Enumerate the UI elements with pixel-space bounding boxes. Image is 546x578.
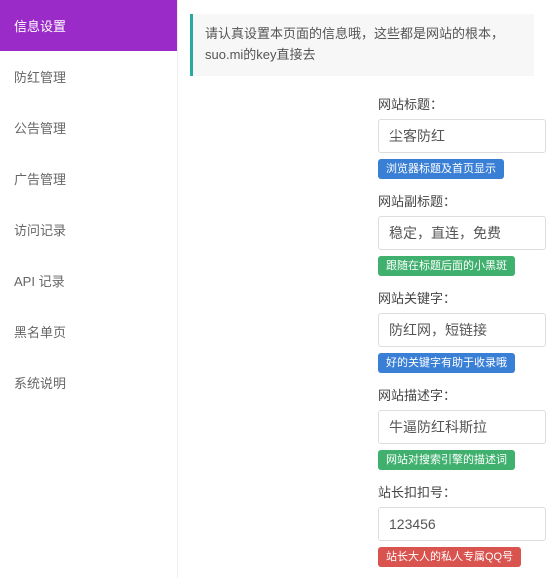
- settings-form: 网站标题： 浏览器标题及首页显示 网站副标题： 跟随在标题后面的小黑斑 网站关键…: [178, 94, 546, 578]
- sidebar-item-blacklist[interactable]: 黑名单页: [0, 306, 177, 357]
- label-admin-qq: 站长扣扣号：: [378, 482, 546, 501]
- hint-site-subtitle: 跟随在标题后面的小黑斑: [378, 256, 515, 276]
- field-site-subtitle: 网站副标题： 跟随在标题后面的小黑斑: [378, 191, 546, 276]
- sidebar: 信息设置 防红管理 公告管理 广告管理 访问记录 API 记录 黑名单页 系统说…: [0, 0, 178, 578]
- field-admin-qq: 站长扣扣号： 站长大人的私人专属QQ号: [378, 482, 546, 567]
- hint-site-title: 浏览器标题及首页显示: [378, 159, 504, 179]
- field-site-desc: 网站描述字： 网站对搜索引擎的描述词: [378, 385, 546, 470]
- input-admin-qq[interactable]: [378, 507, 546, 541]
- field-site-keywords: 网站关键字： 好的关键字有助于收录哦: [378, 288, 546, 373]
- alert-box: 请认真设置本页面的信息哦，这些都是网站的根本，suo.mi的key直接去: [190, 14, 534, 76]
- input-site-title[interactable]: [378, 119, 546, 153]
- label-site-desc: 网站描述字：: [378, 385, 546, 404]
- field-site-title: 网站标题： 浏览器标题及首页显示: [378, 94, 546, 179]
- label-site-subtitle: 网站副标题：: [378, 191, 546, 210]
- sidebar-item-info-settings[interactable]: 信息设置: [0, 0, 177, 51]
- hint-site-keywords: 好的关键字有助于收录哦: [378, 353, 515, 373]
- sidebar-item-red-manage[interactable]: 防红管理: [0, 51, 177, 102]
- hint-site-desc: 网站对搜索引擎的描述词: [378, 450, 515, 470]
- sidebar-item-ad-manage[interactable]: 广告管理: [0, 153, 177, 204]
- alert-text: 请认真设置本页面的信息哦，这些都是网站的根本，suo.mi的key直接去: [205, 26, 504, 62]
- input-site-keywords[interactable]: [378, 313, 546, 347]
- sidebar-item-system-info[interactable]: 系统说明: [0, 357, 177, 408]
- sidebar-item-api-log[interactable]: API 记录: [0, 255, 177, 306]
- main-panel: 请认真设置本页面的信息哦，这些都是网站的根本，suo.mi的key直接去 网站标…: [178, 0, 546, 578]
- input-site-subtitle[interactable]: [378, 216, 546, 250]
- hint-admin-qq: 站长大人的私人专属QQ号: [378, 547, 521, 567]
- sidebar-item-visit-log[interactable]: 访问记录: [0, 204, 177, 255]
- input-site-desc[interactable]: [378, 410, 546, 444]
- label-site-title: 网站标题：: [378, 94, 546, 113]
- sidebar-item-notice-manage[interactable]: 公告管理: [0, 102, 177, 153]
- label-site-keywords: 网站关键字：: [378, 288, 546, 307]
